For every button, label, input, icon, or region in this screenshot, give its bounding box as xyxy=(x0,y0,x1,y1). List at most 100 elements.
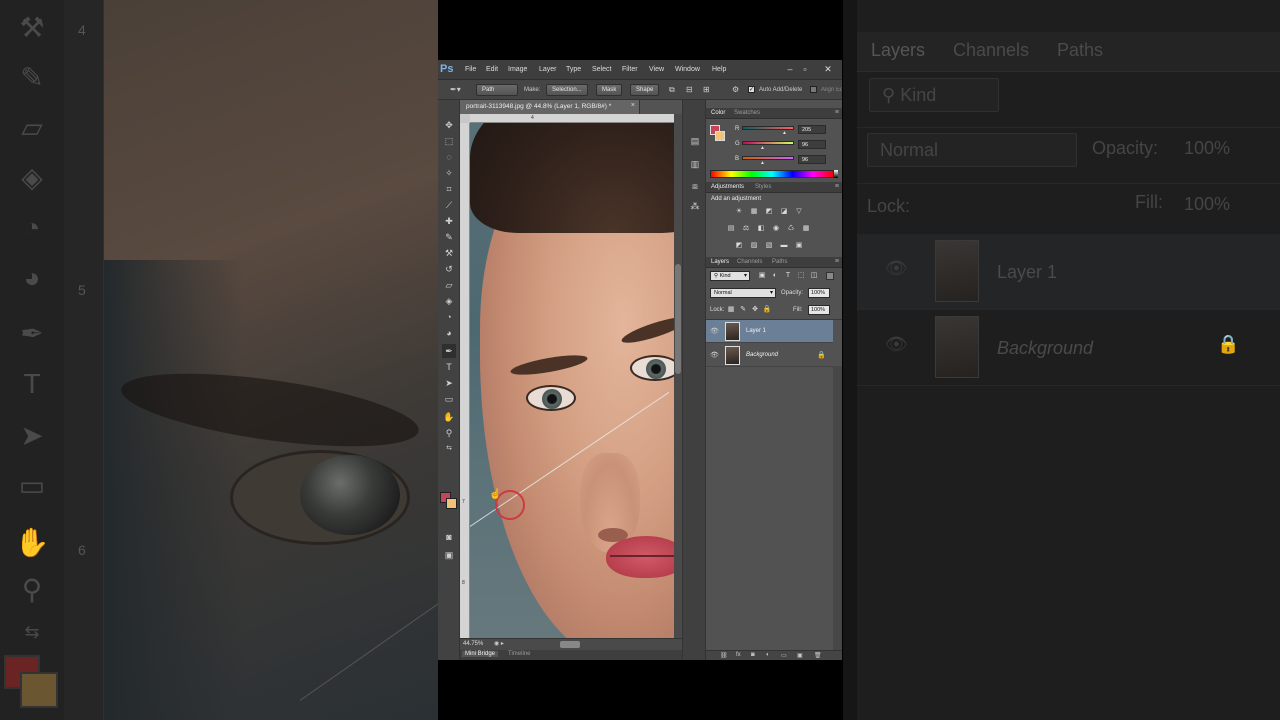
lock-transparency-icon[interactable]: ▦ xyxy=(726,305,736,315)
screen-mode-icon[interactable]: ▣ xyxy=(442,548,456,562)
green-slider-knob[interactable]: ▲ xyxy=(760,145,765,151)
black-white-ramp[interactable] xyxy=(834,170,838,178)
new-group-icon[interactable]: ▭ xyxy=(781,652,787,659)
tab-timeline[interactable]: Timeline xyxy=(508,651,530,657)
link-layers-icon[interactable]: ⛓ xyxy=(720,652,728,659)
layer-style-icon[interactable]: fx xyxy=(736,652,741,658)
eraser-tool-icon[interactable]: ▱ xyxy=(442,278,456,292)
tab-swatches[interactable]: Swatches xyxy=(734,110,760,116)
quick-mask-icon[interactable]: ◙ xyxy=(442,530,456,544)
filter-toggle[interactable] xyxy=(826,272,834,280)
tab-paths[interactable]: Paths xyxy=(772,259,787,265)
info-panel-icon[interactable]: ⧈ xyxy=(689,180,701,192)
brush-panel-icon[interactable]: ⁂ xyxy=(689,200,701,212)
hand-tool-icon[interactable]: ✋ xyxy=(442,410,456,424)
close-document-icon[interactable]: × xyxy=(631,102,635,109)
black-white-icon[interactable]: ◧ xyxy=(756,224,766,234)
blue-value[interactable]: 96 xyxy=(798,155,826,164)
brush-tool-icon[interactable]: ✎ xyxy=(442,230,456,244)
menu-edit[interactable]: Edit xyxy=(486,66,498,73)
eye-icon[interactable]: 👁 xyxy=(710,351,719,359)
blur-tool-icon[interactable]: ◔ xyxy=(442,310,456,324)
clone-stamp-tool-icon[interactable]: ⚒ xyxy=(442,246,456,260)
make-shape-button[interactable]: Shape xyxy=(630,84,660,96)
menu-select[interactable]: Select xyxy=(592,66,611,73)
filter-type-icon[interactable]: T xyxy=(783,271,793,281)
tab-styles[interactable]: Styles xyxy=(755,184,771,190)
filter-smart-object-icon[interactable]: ◫ xyxy=(809,271,819,281)
channel-mixer-icon[interactable]: ♺ xyxy=(786,224,796,234)
menu-image[interactable]: Image xyxy=(508,66,527,73)
path-mode-dropdown[interactable]: Path xyxy=(476,84,518,96)
panel-menu-icon[interactable]: ≡ xyxy=(835,183,839,190)
path-alignment-icon[interactable]: ⊟ xyxy=(686,85,693,94)
history-panel-icon[interactable]: ▤ xyxy=(689,135,701,147)
threshold-icon[interactable]: ▧ xyxy=(764,241,774,251)
blue-slider-knob[interactable]: ▲ xyxy=(760,160,765,166)
quick-selection-tool-icon[interactable]: ✧ xyxy=(442,166,456,180)
document-canvas[interactable]: ☝ xyxy=(470,123,674,638)
tab-adjustments[interactable]: Adjustments xyxy=(711,184,744,190)
gear-icon[interactable]: ⚙ xyxy=(732,85,739,94)
type-tool-icon[interactable]: T xyxy=(442,360,456,374)
crop-tool-icon[interactable]: ⌗ xyxy=(442,182,456,196)
filter-adjustment-icon[interactable]: ◐ xyxy=(770,271,780,281)
tab-color[interactable]: Color xyxy=(711,110,725,116)
add-mask-icon[interactable]: ◙ xyxy=(751,652,755,658)
menu-layer[interactable]: Layer xyxy=(539,66,557,73)
horizontal-scroll-thumb[interactable] xyxy=(560,641,580,648)
dodge-tool-icon[interactable]: ◕ xyxy=(442,326,456,340)
pen-tool-icon[interactable]: ✒ xyxy=(442,344,456,358)
color-lookup-icon[interactable]: ▦ xyxy=(801,224,811,234)
pen-tool-icon[interactable]: ✒▾ xyxy=(450,85,461,94)
green-value[interactable]: 96 xyxy=(798,140,826,149)
selective-color-icon[interactable]: ▣ xyxy=(794,241,804,251)
eyedropper-tool-icon[interactable]: ⟋ xyxy=(442,198,456,212)
exposure-icon[interactable]: ◪ xyxy=(779,207,789,217)
rectangle-tool-icon[interactable]: ▭ xyxy=(442,392,456,406)
path-arrange-icon[interactable]: ⊞ xyxy=(703,85,710,94)
properties-panel-icon[interactable]: ▥ xyxy=(689,158,701,170)
menu-window[interactable]: Window xyxy=(675,66,700,73)
menu-view[interactable]: View xyxy=(649,66,664,73)
marquee-tool-icon[interactable]: ⬚ xyxy=(442,134,456,148)
auto-add-delete-checkbox[interactable]: ✓ xyxy=(748,86,755,93)
maximize-button[interactable]: ▫ xyxy=(798,63,812,75)
path-operations-icon[interactable]: ⧉ xyxy=(669,85,675,95)
menu-filter[interactable]: Filter xyxy=(622,66,638,73)
healing-brush-tool-icon[interactable]: ✚ xyxy=(442,214,456,228)
curves-icon[interactable]: ◩ xyxy=(764,207,774,217)
document-tab[interactable]: portrait-3113948.jpg @ 44.8% (Layer 1, R… xyxy=(460,100,640,114)
red-slider-knob[interactable]: ▲ xyxy=(782,130,787,136)
lasso-tool-icon[interactable]: ◌ xyxy=(442,150,456,164)
lock-pixels-icon[interactable]: ✎ xyxy=(738,305,748,315)
panel-menu-icon[interactable]: ≡ xyxy=(835,258,839,265)
color-background-swatch[interactable] xyxy=(715,131,725,141)
blend-mode-dropdown[interactable]: Normal xyxy=(710,288,776,298)
status-info-icon[interactable]: ◉ ▸ xyxy=(494,640,504,647)
invert-icon[interactable]: ◩ xyxy=(734,241,744,251)
opacity-value[interactable]: 100% xyxy=(808,288,830,298)
tab-layers[interactable]: Layers xyxy=(711,259,729,265)
color-spectrum[interactable] xyxy=(710,170,834,178)
close-button[interactable]: ✕ xyxy=(821,63,835,75)
vertical-scrollbar[interactable] xyxy=(674,114,682,638)
red-value[interactable]: 205 xyxy=(798,125,826,134)
tab-mini-bridge[interactable]: Mini Bridge xyxy=(462,651,499,657)
minimize-button[interactable]: – xyxy=(783,63,797,75)
lock-position-icon[interactable]: ✥ xyxy=(750,305,760,315)
menu-file[interactable]: File xyxy=(465,66,476,73)
filter-shape-icon[interactable]: ⬚ xyxy=(796,271,806,281)
lock-all-icon[interactable]: 🔒 xyxy=(762,305,772,315)
history-brush-tool-icon[interactable]: ↺ xyxy=(442,262,456,276)
brightness-contrast-icon[interactable]: ☀ xyxy=(734,207,744,217)
make-selection-button[interactable]: Selection... xyxy=(546,84,588,96)
eye-icon[interactable]: 👁 xyxy=(710,327,719,335)
menu-help[interactable]: Help xyxy=(712,66,726,73)
green-slider[interactable] xyxy=(742,141,794,145)
color-balance-icon[interactable]: ⚖ xyxy=(741,224,751,234)
blue-slider[interactable] xyxy=(742,156,794,160)
hue-saturation-icon[interactable]: ▤ xyxy=(726,224,736,234)
zoom-tool-icon[interactable]: ⚲ xyxy=(442,426,456,440)
layer-row-layer-1[interactable]: 👁 Layer 1 xyxy=(706,320,833,343)
